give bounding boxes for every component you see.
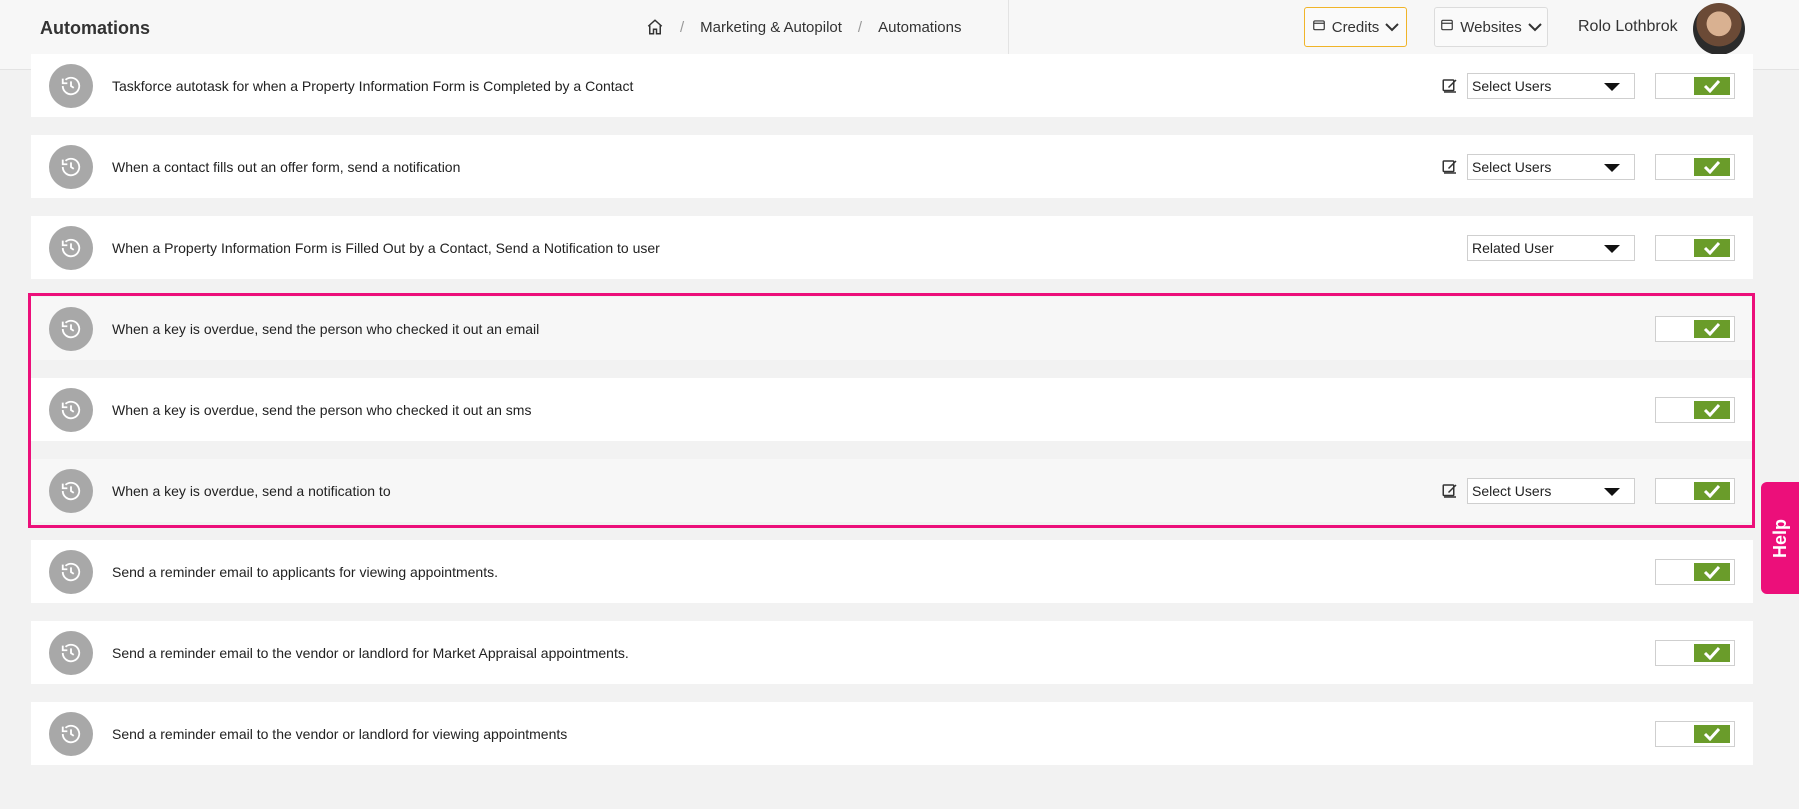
- automation-row: When a contact fills out an offer form, …: [31, 135, 1753, 198]
- check-icon: [1694, 319, 1730, 338]
- enable-toggle[interactable]: [1655, 153, 1735, 180]
- automation-row: When a key is overdue, send a notificati…: [31, 459, 1753, 522]
- breadcrumb-separator: /: [857, 18, 863, 36]
- check-icon: [1694, 481, 1730, 500]
- enable-toggle[interactable]: [1655, 396, 1735, 423]
- automation-label: When a key is overdue, send the person w…: [112, 401, 532, 418]
- breadcrumb-automations: Automations: [878, 18, 962, 36]
- automation-row: Send a reminder email to the vendor or l…: [31, 621, 1753, 684]
- help-button[interactable]: Help: [1761, 482, 1799, 594]
- history-icon[interactable]: [49, 388, 93, 432]
- enable-toggle[interactable]: [1655, 234, 1735, 261]
- automation-row: Taskforce autotask for when a Property I…: [31, 54, 1753, 117]
- edit-icon[interactable]: [1441, 77, 1459, 95]
- chevron-down-icon: [1527, 19, 1542, 36]
- history-icon[interactable]: [49, 550, 93, 594]
- history-icon[interactable]: [49, 712, 93, 756]
- check-icon: [1694, 643, 1730, 662]
- credits-button[interactable]: Credits: [1304, 7, 1407, 47]
- wallet-icon: [1312, 18, 1326, 36]
- automation-row: When a Property Information Form is Fill…: [31, 216, 1753, 279]
- select-value: Related User: [1472, 239, 1554, 256]
- automation-label: When a key is overdue, send a notificati…: [112, 482, 391, 499]
- history-icon[interactable]: [49, 64, 93, 108]
- check-icon: [1694, 238, 1730, 257]
- page-title: Automations: [40, 18, 150, 38]
- credits-label: Credits: [1331, 18, 1380, 36]
- browser-window-icon: [1440, 18, 1454, 36]
- chevron-down-icon: [1385, 19, 1399, 36]
- enable-toggle[interactable]: [1655, 477, 1735, 504]
- caret-down-icon: [1604, 244, 1620, 253]
- check-icon: [1694, 400, 1730, 419]
- avatar[interactable]: [1693, 3, 1745, 55]
- automation-label: Send a reminder email to the vendor or l…: [112, 725, 568, 742]
- edit-icon[interactable]: [1441, 482, 1459, 500]
- history-icon[interactable]: [49, 307, 93, 351]
- user-select-dropdown[interactable]: Select Users: [1467, 153, 1635, 180]
- history-icon[interactable]: [49, 631, 93, 675]
- caret-down-icon: [1604, 163, 1620, 172]
- automation-row: Send a reminder email to applicants for …: [31, 540, 1753, 603]
- help-label: Help: [1769, 518, 1790, 558]
- home-icon[interactable]: [646, 18, 664, 36]
- check-icon: [1694, 157, 1730, 176]
- breadcrumb-separator: /: [680, 18, 685, 36]
- automation-row: When a key is overdue, send the person w…: [31, 297, 1753, 360]
- automation-label: When a key is overdue, send the person w…: [112, 320, 540, 337]
- history-icon[interactable]: [49, 145, 93, 189]
- automation-row: Send a reminder email to the vendor or l…: [31, 702, 1753, 765]
- websites-label: Websites: [1460, 18, 1522, 36]
- automation-label: Send a reminder email to the vendor or l…: [112, 644, 629, 661]
- automation-label: When a Property Information Form is Fill…: [112, 239, 660, 256]
- enable-toggle[interactable]: [1655, 72, 1735, 99]
- edit-icon[interactable]: [1441, 158, 1459, 176]
- check-icon: [1694, 724, 1730, 743]
- user-select-dropdown[interactable]: Select Users: [1467, 72, 1635, 99]
- automation-label: When a contact fills out an offer form, …: [112, 158, 461, 175]
- caret-down-icon: [1604, 487, 1620, 496]
- history-icon[interactable]: [49, 469, 93, 513]
- user-select-dropdown[interactable]: Select Users: [1467, 477, 1635, 504]
- enable-toggle[interactable]: [1655, 315, 1735, 342]
- breadcrumb-marketing-autopilot[interactable]: Marketing & Autopilot: [700, 19, 842, 36]
- automation-label: Send a reminder email to applicants for …: [112, 563, 498, 580]
- enable-toggle[interactable]: [1655, 639, 1735, 666]
- user-name[interactable]: Rolo Lothbrok: [1578, 18, 1678, 36]
- check-icon: [1694, 76, 1730, 95]
- automation-label: Taskforce autotask for when a Property I…: [112, 77, 634, 94]
- enable-toggle[interactable]: [1655, 720, 1735, 747]
- enable-toggle[interactable]: [1655, 558, 1735, 585]
- caret-down-icon: [1604, 82, 1620, 91]
- select-value: Select Users: [1472, 158, 1552, 175]
- websites-button[interactable]: Websites: [1434, 7, 1548, 47]
- user-select-dropdown[interactable]: Related User: [1467, 234, 1635, 261]
- check-icon: [1694, 562, 1730, 581]
- select-value: Select Users: [1472, 77, 1552, 94]
- automation-row: When a key is overdue, send the person w…: [31, 378, 1753, 441]
- breadcrumb: / Marketing & Autopilot / Automations: [646, 18, 961, 36]
- select-value: Select Users: [1472, 482, 1552, 499]
- history-icon[interactable]: [49, 226, 93, 270]
